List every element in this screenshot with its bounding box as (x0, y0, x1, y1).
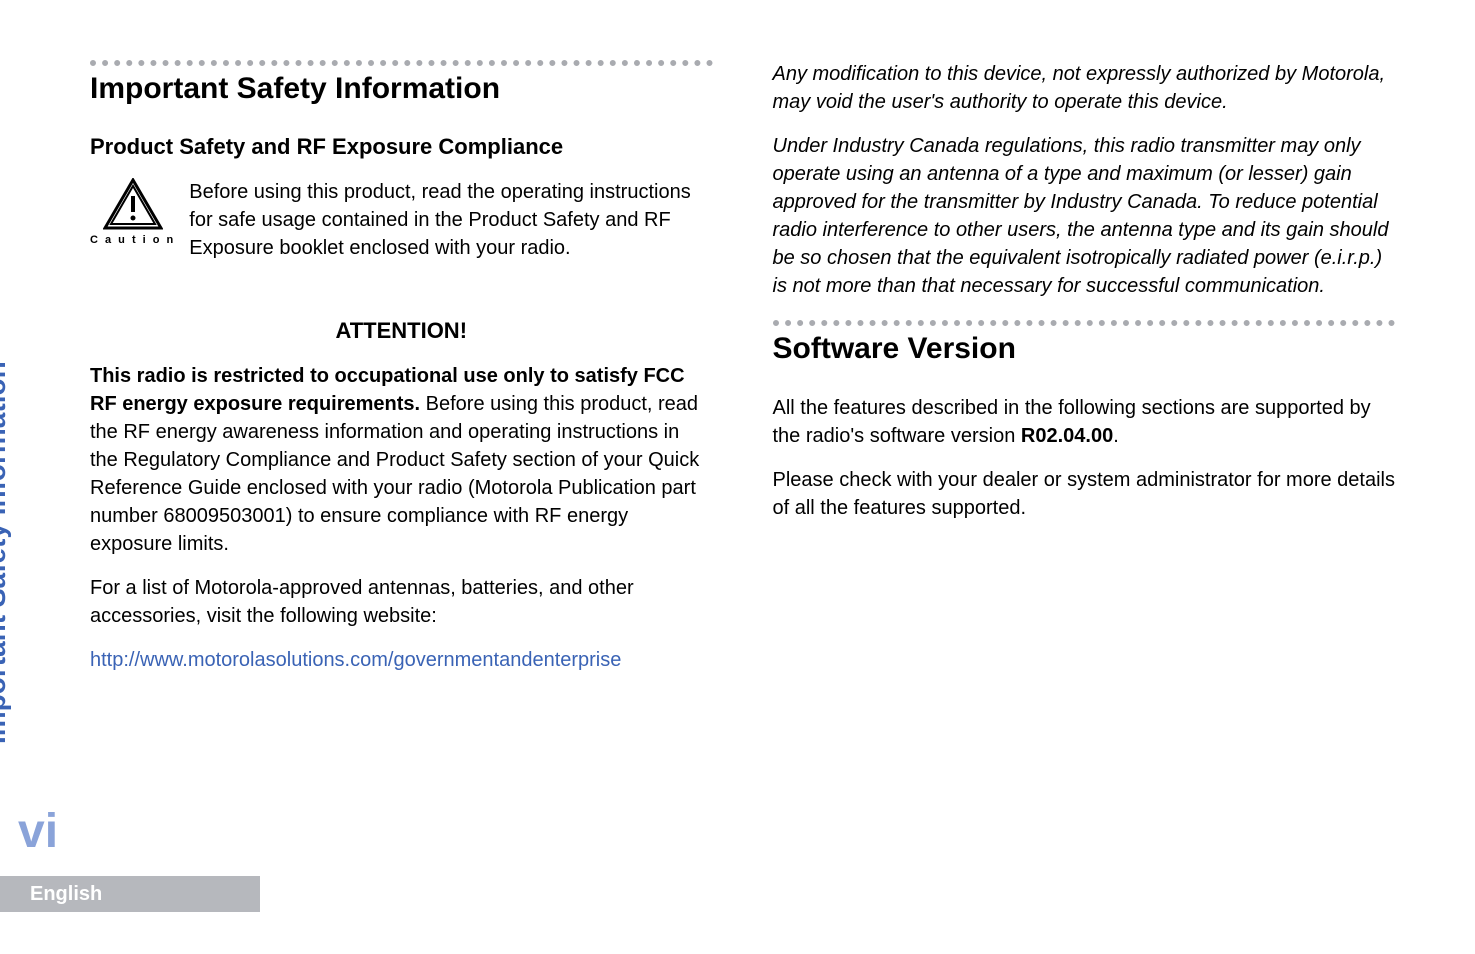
caution-text: Before using this product, read the oper… (189, 178, 712, 262)
heading-safety-info: Important Safety Information (90, 72, 713, 106)
right-column: Any modification to this device, not exp… (773, 60, 1396, 674)
left-column: Important Safety Information Product Saf… (90, 60, 713, 674)
side-tab-label: Important Safety Information (0, 361, 12, 744)
section-divider (90, 60, 713, 66)
caution-icon-wrap: C a u t i o n (90, 178, 175, 278)
dealer-paragraph: Please check with your dealer or system … (773, 466, 1396, 522)
caution-icon (103, 178, 163, 230)
caution-label: C a u t i o n (90, 234, 175, 246)
fcc-paragraph: This radio is restricted to occupational… (90, 362, 713, 558)
software-version-paragraph: All the features described in the follow… (773, 394, 1396, 450)
modification-notice: Any modification to this device, not exp… (773, 60, 1396, 116)
fcc-rest-text: Before using this product, read the RF e… (90, 393, 699, 555)
motorola-link[interactable]: http://www.motorolasolutions.com/governm… (90, 646, 713, 674)
page-number: vi (18, 804, 58, 859)
heading-software-version: Software Version (773, 332, 1396, 366)
accessories-paragraph: For a list of Motorola-approved antennas… (90, 574, 713, 630)
attention-heading: ATTENTION! (90, 318, 713, 344)
software-text-b: . (1113, 425, 1119, 447)
software-version-value: R02.04.00 (1021, 425, 1113, 447)
industry-canada-notice: Under Industry Canada regulations, this … (773, 132, 1396, 300)
section-divider (773, 320, 1396, 326)
footer-language: English (0, 876, 260, 912)
caution-block: C a u t i o n Before using this product,… (90, 178, 713, 278)
heading-rf-compliance: Product Safety and RF Exposure Complianc… (90, 134, 713, 160)
